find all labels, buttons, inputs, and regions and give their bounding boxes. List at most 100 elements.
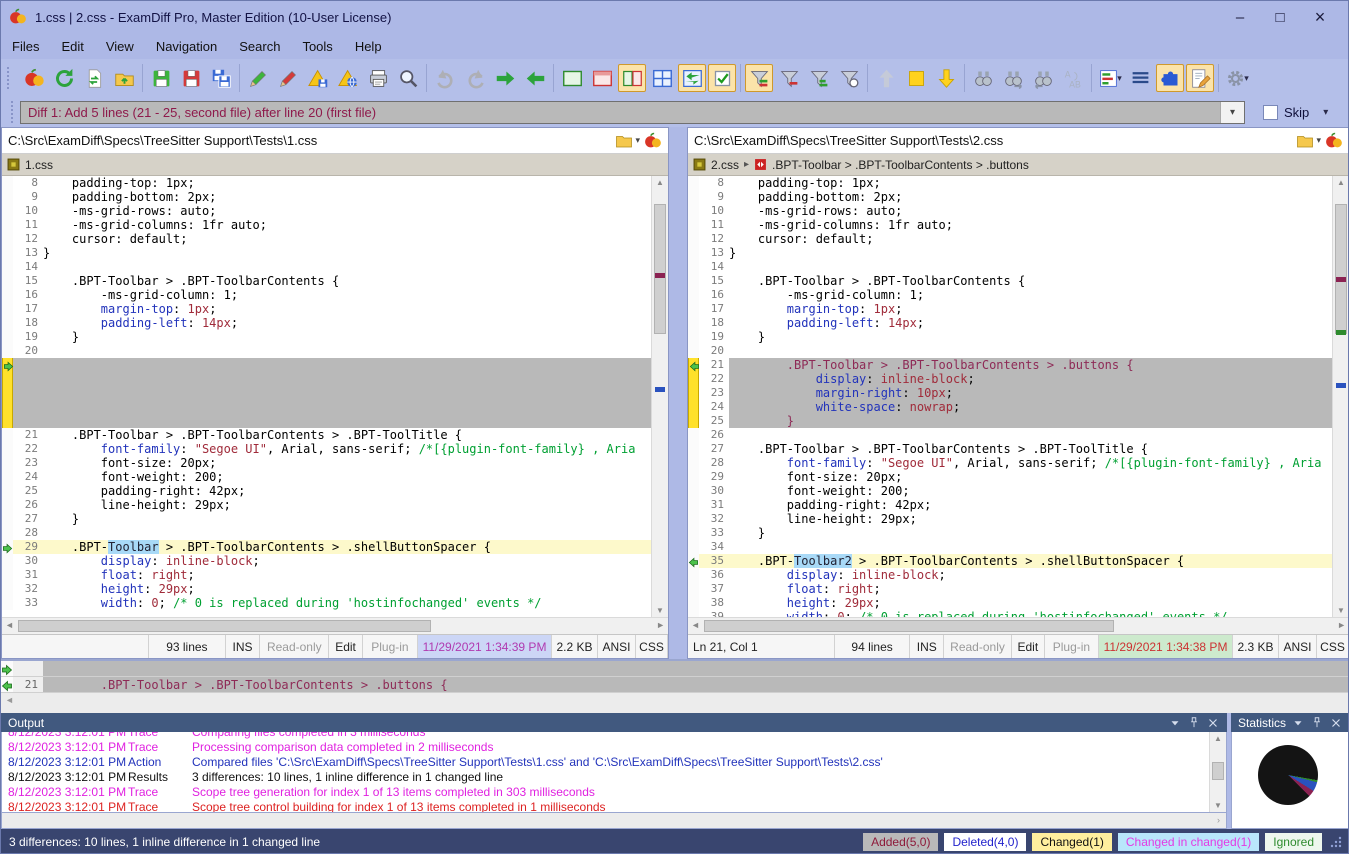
right-breadcrumb-scope[interactable]: .BPT-Toolbar > .BPT-ToolbarContents > .b…	[772, 158, 1029, 172]
save-all-button[interactable]	[207, 64, 235, 92]
replace-button[interactable]: AAB	[1059, 64, 1087, 92]
display-options-button[interactable]: ▾	[1096, 64, 1124, 92]
find-next-button[interactable]	[999, 64, 1027, 92]
merge-preview-row[interactable]: 21 .BPT-Toolbar > .BPT-ToolbarContents >…	[1, 677, 1349, 693]
code-line[interactable]: 21 .BPT-Toolbar > .BPT-ToolbarContents >…	[688, 358, 1332, 372]
left-recompare-icon[interactable]	[644, 132, 662, 150]
editor-options-button[interactable]	[1186, 64, 1214, 92]
code-line[interactable]: 18 padding-left: 14px;	[688, 316, 1332, 330]
code-line[interactable]: 31 padding-right: 42px;	[688, 498, 1332, 512]
search-files-button[interactable]	[394, 64, 422, 92]
output-menu-icon[interactable]	[1168, 716, 1182, 730]
statistics-menu-icon[interactable]	[1291, 716, 1305, 730]
code-line[interactable]: 8 padding-top: 1px;	[688, 176, 1332, 190]
output-log-row[interactable]: 8/12/2023 3:12:01 PMActionCompared files…	[2, 755, 1208, 770]
code-line[interactable]: 21 .BPT-Toolbar > .BPT-ToolbarContents >…	[2, 428, 651, 442]
output-log-row[interactable]: 8/12/2023 3:12:01 PMTraceComparing files…	[2, 732, 1208, 740]
right-open-folder-icon[interactable]	[1296, 132, 1314, 150]
code-line[interactable]: 22 font-family: "Segoe UI", Arial, sans-…	[2, 442, 651, 456]
code-line[interactable]: 19 }	[688, 330, 1332, 344]
copy-left-marker-icon[interactable]	[1, 679, 13, 691]
snapshot-second-button[interactable]	[334, 64, 362, 92]
output-close-icon[interactable]	[1206, 716, 1220, 730]
code-line[interactable]: 15 .BPT-Toolbar > .BPT-ToolbarContents {	[2, 274, 651, 288]
edit-first-file-button[interactable]	[244, 64, 272, 92]
filter-checkbox-button[interactable]	[708, 64, 736, 92]
undo-button[interactable]	[431, 64, 459, 92]
code-line[interactable]: 12 cursor: default;	[2, 232, 651, 246]
menu-search[interactable]: Search	[228, 35, 291, 58]
copy-right-marker-icon[interactable]	[3, 359, 14, 370]
code-line[interactable]: 17 margin-top: 1px;	[2, 302, 651, 316]
output-horizontal-scrollbar[interactable]: ›	[1, 813, 1227, 829]
recompare-button[interactable]	[50, 64, 78, 92]
scroll-right-icon[interactable]: ►	[656, 620, 665, 630]
open-files-button[interactable]	[110, 64, 138, 92]
badge-deleted[interactable]: Deleted(4,0)	[944, 833, 1026, 851]
code-line[interactable]: 38 height: 29px;	[688, 596, 1332, 610]
code-line[interactable]: 36 display: inline-block;	[688, 568, 1332, 582]
compare-files-button[interactable]	[20, 64, 48, 92]
code-line[interactable]: 27 }	[2, 512, 651, 526]
code-line[interactable]: 31 float: right;	[2, 568, 651, 582]
code-line[interactable]: 20	[688, 344, 1332, 358]
statistics-pin-icon[interactable]	[1310, 716, 1324, 730]
code-line[interactable]: 15 .BPT-Toolbar > .BPT-ToolbarContents {	[688, 274, 1332, 288]
show-second-pane-button[interactable]	[588, 64, 616, 92]
left-hscroll-thumb[interactable]	[18, 620, 431, 632]
code-line[interactable]: 24 white-space: nowrap;	[688, 400, 1332, 414]
snapshot-first-button[interactable]	[304, 64, 332, 92]
code-line[interactable]: 29 font-size: 20px;	[688, 470, 1332, 484]
code-line[interactable]: 11 -ms-grid-columns: 1fr auto;	[2, 218, 651, 232]
redo-button[interactable]	[461, 64, 489, 92]
scroll-left-icon[interactable]: ◄	[691, 620, 700, 630]
diff-map-mark[interactable]	[1336, 383, 1346, 388]
code-line[interactable]: 18 padding-left: 14px;	[2, 316, 651, 330]
copy-left-marker-icon[interactable]	[688, 555, 699, 566]
code-line[interactable]: 19 }	[2, 330, 651, 344]
code-line[interactable]: 39 width: 0; /* 0 is replaced during 'ho…	[688, 610, 1332, 617]
edit-second-file-button[interactable]	[274, 64, 302, 92]
show-changed-button[interactable]	[805, 64, 833, 92]
merge-preview-row[interactable]	[1, 661, 1349, 677]
code-line[interactable]: 12 cursor: default;	[688, 232, 1332, 246]
menu-files[interactable]: Files	[1, 35, 50, 58]
code-line[interactable]: 13}	[688, 246, 1332, 260]
left-breadcrumb-file[interactable]: 1.css	[25, 158, 53, 172]
copy-block-left-button[interactable]	[521, 64, 549, 92]
code-line[interactable]: 8 padding-top: 1px;	[2, 176, 651, 190]
code-line[interactable]: 23 font-size: 20px;	[2, 456, 651, 470]
previous-difference-button[interactable]	[872, 64, 900, 92]
print-button[interactable]	[364, 64, 392, 92]
code-line[interactable]: 26 line-height: 29px;	[2, 498, 651, 512]
diff-map-mark[interactable]	[655, 387, 665, 392]
code-line[interactable]: 20	[2, 344, 651, 358]
code-line[interactable]: 27 .BPT-Toolbar > .BPT-ToolbarContents >…	[688, 442, 1332, 456]
close-button[interactable]: ×	[1300, 4, 1340, 30]
code-line[interactable]: 33 }	[688, 526, 1332, 540]
diff-map-mark[interactable]	[1336, 330, 1346, 335]
show-first-pane-button[interactable]	[558, 64, 586, 92]
menu-view[interactable]: View	[95, 35, 145, 58]
left-horizontal-scrollbar[interactable]: ◄ ►	[2, 617, 668, 634]
code-line[interactable]: 17 margin-top: 1px;	[688, 302, 1332, 316]
line-options-button[interactable]	[1126, 64, 1154, 92]
plugins-button[interactable]	[1156, 64, 1184, 92]
output-log-row[interactable]: 8/12/2023 3:12:01 PMTraceProcessing comp…	[2, 740, 1208, 755]
code-line[interactable]: 33 width: 0; /* 0 is replaced during 'ho…	[2, 596, 651, 610]
scroll-down-icon[interactable]: ▼	[1333, 606, 1349, 615]
scroll-left-icon[interactable]: ◄	[5, 620, 14, 630]
left-open-dropdown-icon[interactable]: ▾	[635, 135, 640, 146]
right-breadcrumb-file[interactable]: 2.css	[711, 158, 739, 172]
code-line[interactable]: 26	[688, 428, 1332, 442]
copy-left-marker-icon[interactable]	[689, 359, 700, 370]
left-code-area[interactable]: 8 padding-top: 1px;9 padding-bottom: 2px…	[2, 176, 651, 617]
output-log[interactable]: 8/12/2023 3:12:01 PMTraceComparing files…	[1, 732, 1227, 813]
code-line[interactable]: 28	[2, 526, 651, 540]
code-line[interactable]: 37 float: right;	[688, 582, 1332, 596]
scroll-down-icon[interactable]: ▼	[652, 606, 668, 615]
current-difference-button[interactable]	[902, 64, 930, 92]
code-line[interactable]: 25 }	[688, 414, 1332, 428]
show-deleted-button[interactable]	[775, 64, 803, 92]
save-second-button[interactable]	[177, 64, 205, 92]
